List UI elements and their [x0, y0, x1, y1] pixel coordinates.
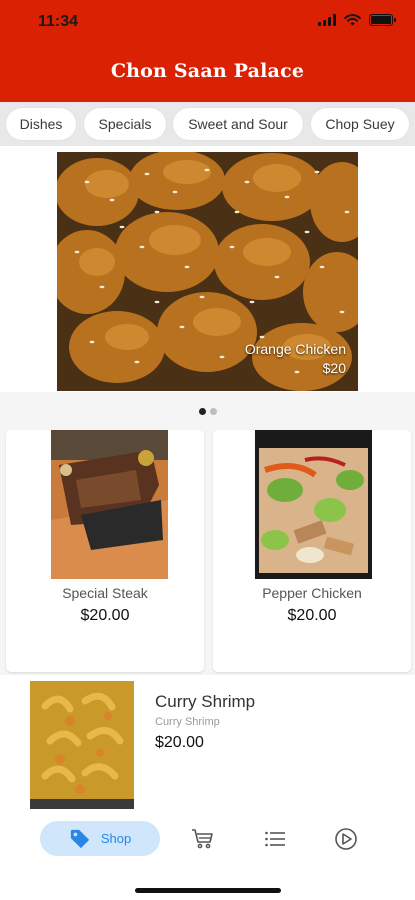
wifi-icon: [344, 14, 361, 26]
home-indicator: [135, 888, 281, 893]
battery-icon: [369, 14, 396, 26]
pager-dot-1[interactable]: [198, 407, 206, 415]
app-title: Chon Saan Palace: [110, 60, 305, 82]
product-row-curry-shrimp[interactable]: Curry Shrimp Curry Shrimp $20.00: [0, 675, 415, 813]
tag-icon: [70, 829, 89, 848]
product-name: Pepper Chicken: [262, 585, 362, 601]
status-time: 11:34: [38, 13, 79, 30]
product-name: Curry Shrimp: [155, 692, 256, 711]
list-icon[interactable]: [263, 827, 287, 851]
status-bar: 11:34: [0, 0, 415, 44]
nav-shop-tab[interactable]: Shop: [40, 821, 160, 856]
carousel-pager: [0, 392, 415, 430]
special-steak-photo: [51, 430, 168, 579]
product-name: Special Steak: [62, 585, 148, 601]
featured-item-name: Orange Chicken: [244, 341, 346, 357]
product-price: $20.00: [287, 607, 337, 624]
status-icons: [318, 14, 396, 26]
category-chip-dishes[interactable]: Dishes: [6, 108, 76, 140]
cart-icon[interactable]: [191, 827, 215, 851]
featured-carousel[interactable]: Orange Chicken $20: [57, 152, 358, 391]
category-chip-chop-suey[interactable]: Chop Suey: [311, 108, 409, 140]
category-bar: Dishes Specials Sweet and Sour Chop Suey: [0, 102, 415, 146]
nav-shop-label: Shop: [100, 831, 132, 846]
signal-icon: [318, 14, 336, 26]
product-card-pepper-chicken[interactable]: Pepper Chicken $20.00: [213, 430, 411, 672]
play-circle-icon[interactable]: [334, 827, 358, 851]
featured-item-price: $20: [322, 360, 346, 376]
category-chip-sweet-and-sour[interactable]: Sweet and Sour: [173, 108, 303, 140]
product-price: $20.00: [155, 734, 204, 751]
product-card-special-steak[interactable]: Special Steak $20.00: [6, 430, 204, 672]
curry-shrimp-photo: [30, 681, 134, 809]
bottom-nav: Shop: [0, 813, 415, 900]
pager-dot-2[interactable]: [209, 407, 217, 415]
product-description: Curry Shrimp: [155, 716, 220, 728]
category-chip-specials[interactable]: Specials: [84, 108, 166, 140]
pepper-chicken-photo: [255, 430, 372, 579]
product-price: $20.00: [80, 607, 130, 624]
featured-caption: Orange Chicken $20: [245, 340, 346, 378]
app-header: 11:34 Chon Saan Palace: [0, 0, 415, 102]
